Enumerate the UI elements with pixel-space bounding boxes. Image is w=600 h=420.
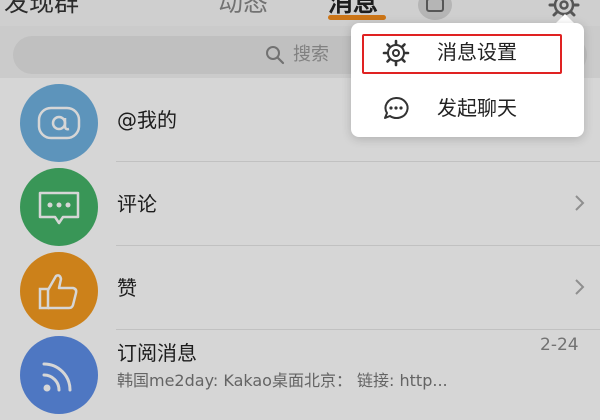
compose-icon[interactable] — [418, 0, 452, 20]
chevron-right-icon — [574, 194, 586, 216]
menu-item-start-chat[interactable]: 发起聊天 — [351, 81, 584, 135]
row-preview-text: 韩国me2day: Kakao桌面北京： 链接: http... — [117, 371, 448, 390]
list-item-subscriptions[interactable]: 订阅消息 2-24 韩国me2day: Kakao桌面北京： 链接: http.… — [0, 330, 600, 420]
row-title: 订阅消息 — [117, 341, 197, 365]
search-icon — [265, 45, 285, 69]
rss-icon — [20, 336, 98, 414]
at-icon — [20, 84, 98, 162]
thumbs-up-icon — [20, 252, 98, 330]
row-label: 赞 — [117, 276, 137, 300]
search-placeholder: 搜索 — [293, 44, 329, 65]
list-item-comments[interactable]: 评论 — [0, 162, 600, 246]
row-timestamp: 2-24 — [540, 335, 579, 355]
app-screen: 发现群 动态 消息 搜索 @我的 评论 赞 订阅消息 2-24 韩国me2day… — [0, 0, 600, 420]
highlight-box — [362, 34, 562, 74]
comment-icon — [20, 168, 98, 246]
list-item-likes[interactable]: 赞 — [0, 246, 600, 330]
menu-item-label: 发起聊天 — [437, 96, 517, 120]
chat-bubble-icon — [381, 94, 411, 128]
tab-feed[interactable]: 动态 — [218, 0, 268, 18]
active-tab-indicator — [328, 15, 386, 20]
chevron-right-icon — [574, 278, 586, 300]
tab-discover-groups[interactable]: 发现群 — [4, 0, 79, 18]
row-label: @我的 — [117, 108, 177, 132]
row-label: 评论 — [117, 192, 157, 216]
